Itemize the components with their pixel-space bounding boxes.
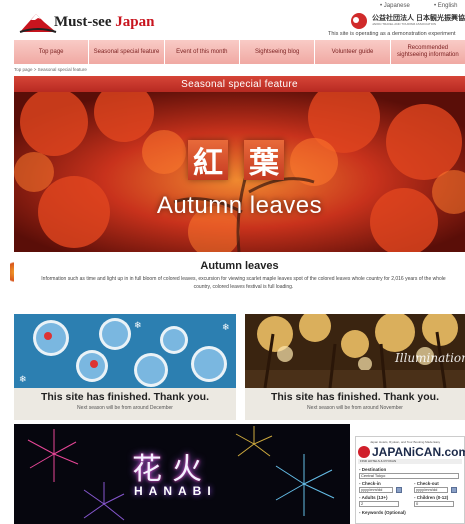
association-logo-icon <box>351 13 367 29</box>
main-nav: Top page Seasonal special feature Event … <box>14 40 465 64</box>
feature-description: Autumn leaves Information such as time a… <box>14 252 465 300</box>
winter-sports-tile[interactable]: ❄ ❄ ❄ This site has finished. Thank you. N… <box>14 314 236 420</box>
checkin-calendar-icon[interactable] <box>396 487 402 493</box>
nav-item-event-of-month[interactable]: Event of this month <box>164 40 240 64</box>
section-title-band: Seasonal special feature <box>14 76 465 92</box>
association-subname: JAPAN TRAVEL AND TOURISM ASSOCIATION <box>372 22 437 26</box>
booking-tab[interactable]: FIND HOTELS & RYOKAN <box>358 459 462 464</box>
logo-wordmark: Must-see Japan <box>54 14 154 31</box>
nav-item-volunteer-guide[interactable]: Volunteer guide <box>315 40 391 64</box>
site-header: Must-see Japan • Japanese • English 公益社団… <box>0 0 465 40</box>
checkin-input[interactable]: yyyy/mm/dd <box>359 487 393 493</box>
logo-prefix: Must-see <box>54 14 116 30</box>
nav-item-top-page[interactable]: Top page <box>14 40 90 64</box>
nav-item-sightseeing-blog[interactable]: Sightseeing blog <box>239 40 316 64</box>
tile-title: This site has finished. Thank you. <box>40 391 210 403</box>
adults-label: - Adults (13+) <box>359 495 388 500</box>
children-label: - Children (0-12) <box>414 495 449 500</box>
booking-tagline: Japan Hotels, Ryokan, and Tour Booking M… <box>370 440 441 444</box>
svg-text:❄: ❄ <box>134 321 142 331</box>
fireworks-banner[interactable]: 花火 HANABI <box>14 424 350 524</box>
svg-text:❄: ❄ <box>19 375 27 385</box>
fireworks-roman: HANABI <box>134 484 217 498</box>
feature-body: Information such as time and light up in… <box>41 276 446 290</box>
keywords-label: - Keywords (Optional) <box>359 510 406 515</box>
svg-text:❄: ❄ <box>222 323 230 333</box>
checkout-label: - Check-out <box>414 481 439 486</box>
japanican-logo-icon <box>358 446 370 458</box>
language-english-link[interactable]: • English <box>434 3 457 9</box>
hero-english-title: Autumn leaves <box>156 192 323 219</box>
hero-kanji-1: 紅 <box>188 140 228 181</box>
feature-title: Autumn leaves <box>200 260 279 272</box>
hotel-booking-widget: Japan Hotels, Ryokan, and Tour Booking M… <box>355 436 465 524</box>
booking-logo[interactable]: JAPANiCAN.com <box>372 445 465 459</box>
site-logo[interactable]: Must-see Japan <box>18 8 178 34</box>
destination-select[interactable]: Central Tokyo <box>359 473 459 479</box>
hero-kanji-2: 葉 <box>244 140 284 181</box>
nav-item-seasonal-feature[interactable]: Seasonal special feature <box>89 40 165 64</box>
nav-item-recommended-info[interactable]: Recommended sightseeing information <box>390 40 465 64</box>
demo-notice: This site is operating as a demonstratio… <box>328 31 456 37</box>
breadcrumb[interactable]: Top page > Seasonal special feature <box>14 67 87 72</box>
children-select[interactable]: 0 <box>414 501 454 507</box>
tile-subtitle: Next season will be from around November <box>307 405 403 411</box>
autumn-foliage-image <box>14 92 465 252</box>
autumn-leaves-hero-banner[interactable]: 紅 葉 Autumn leaves <box>14 92 465 252</box>
logo-accent: Japan <box>115 14 155 30</box>
destination-label: - Destination <box>359 467 387 472</box>
section-title: Seasonal special feature <box>181 78 298 90</box>
mount-fuji-logo-icon <box>19 14 57 33</box>
checkin-label: - Check-in <box>359 481 381 486</box>
checkout-calendar-icon[interactable] <box>451 487 457 493</box>
fireworks-kanji: 花火 <box>132 452 212 487</box>
winter-sports-image: ❄ ❄ ❄ <box>14 314 236 388</box>
language-japanese-link[interactable]: • Japanese <box>380 3 410 9</box>
tile-title: This site has finished. Thank you. <box>270 391 440 403</box>
tile-subtitle: Next season will be from around December <box>77 405 173 411</box>
illumination-tile[interactable]: Illumination This site has finished. Tha… <box>245 314 465 420</box>
checkout-input[interactable]: yyyy/mm/dd <box>414 487 448 493</box>
adults-select[interactable]: 2 <box>359 501 399 507</box>
illumination-image: Illumination <box>245 314 465 388</box>
illumination-overlay-text: Illumination <box>394 351 465 365</box>
